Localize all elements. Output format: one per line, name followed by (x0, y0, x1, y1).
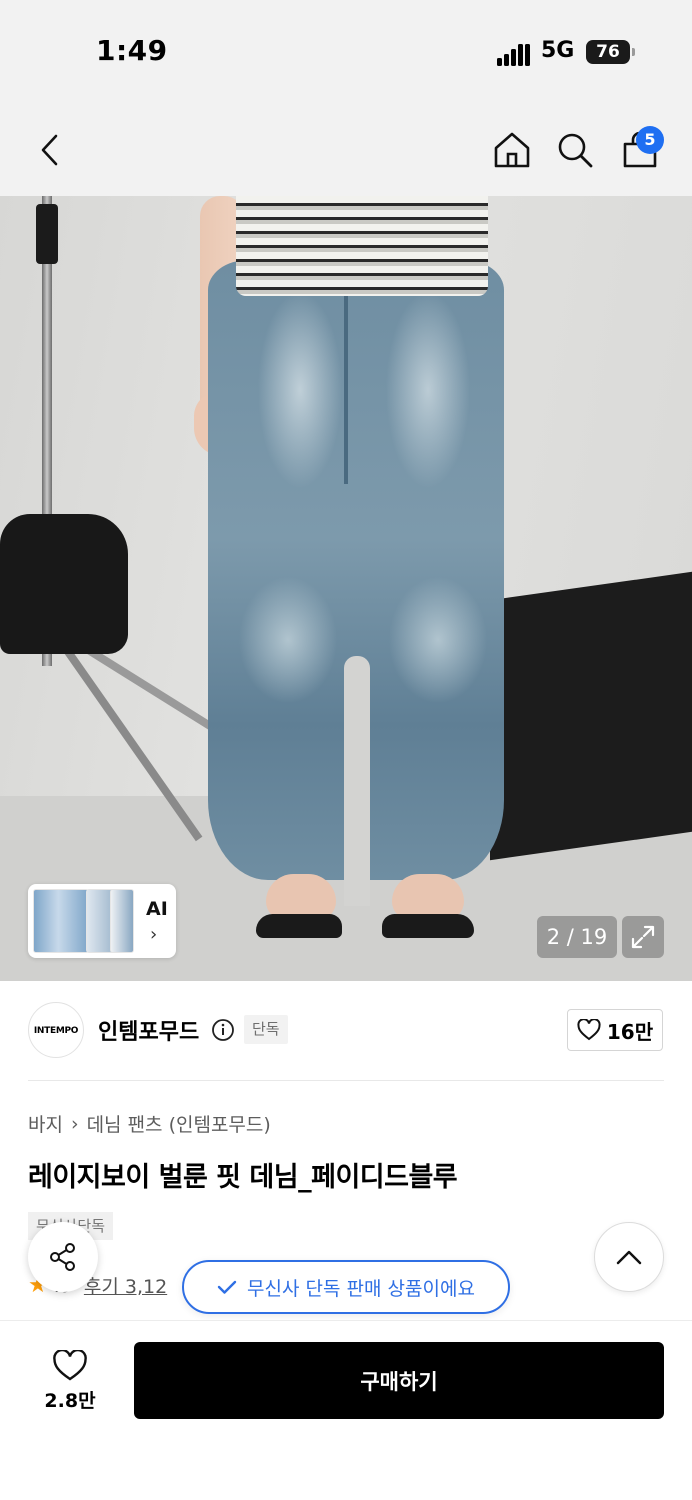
product-title: 레이지보이 벌룬 핏 데님_페이디드블루 (28, 1162, 458, 1193)
ai-similar-card[interactable]: AI › (28, 884, 176, 958)
brand-like-button[interactable]: 16만 (567, 1009, 663, 1051)
home-icon (494, 132, 530, 168)
wish-count: 2.8만 (44, 1389, 96, 1412)
brand-like-count: 16만 (606, 1019, 654, 1044)
cart-count-badge: 5 (636, 126, 664, 154)
chevron-left-icon (41, 134, 58, 166)
search-button[interactable] (553, 128, 597, 172)
check-icon (217, 1280, 237, 1294)
exclusive-toast: 무신사 단독 판매 상품이에요 (182, 1260, 510, 1314)
thumbnail-image (33, 889, 89, 953)
share-icon (50, 1243, 75, 1271)
divider (28, 1080, 664, 1081)
home-button[interactable] (490, 128, 534, 172)
status-time: 1:49 (96, 34, 168, 67)
thumbnail-image (110, 889, 134, 953)
ai-label: AI (146, 898, 168, 920)
product-image[interactable] (0, 196, 692, 981)
expand-icon (631, 925, 655, 949)
search-icon (558, 133, 593, 168)
heart-icon (577, 1019, 601, 1041)
brand-name[interactable]: 인템포무드 (98, 1014, 199, 1046)
battery-icon: 76 (586, 40, 635, 64)
review-link[interactable]: 후기 3,12 (84, 1272, 167, 1299)
chevron-right-icon: › (150, 924, 158, 945)
exclusive-badge: 단독 (244, 1015, 288, 1044)
image-counter: 2 / 19 (537, 916, 617, 958)
heart-icon (53, 1349, 87, 1380)
share-button[interactable] (28, 1222, 98, 1292)
back-button[interactable] (28, 128, 72, 172)
breadcrumb-item[interactable]: 바지 (28, 1110, 63, 1137)
top-nav (0, 100, 692, 196)
breadcrumb: 바지 › 데님 팬츠 (인템포무드) (28, 1110, 271, 1137)
toast-text: 무신사 단독 판매 상품이에요 (247, 1277, 475, 1300)
status-bar: 1:49 5G 76 (0, 0, 692, 100)
breadcrumb-item[interactable]: 데님 팬츠 (인템포무드) (87, 1110, 271, 1137)
signal-icon (497, 40, 533, 66)
network-label: 5G (541, 38, 575, 63)
expand-button[interactable] (622, 916, 664, 958)
info-icon[interactable] (211, 1018, 235, 1042)
buy-button[interactable]: 구매하기 (134, 1342, 664, 1419)
wish-button[interactable]: 2.8만 (28, 1342, 112, 1420)
chevron-right-icon: › (70, 1112, 79, 1135)
scroll-top-button[interactable] (594, 1222, 664, 1292)
chevron-up-icon (616, 1250, 642, 1265)
brand-logo[interactable]: INTEMPO (28, 1002, 84, 1058)
